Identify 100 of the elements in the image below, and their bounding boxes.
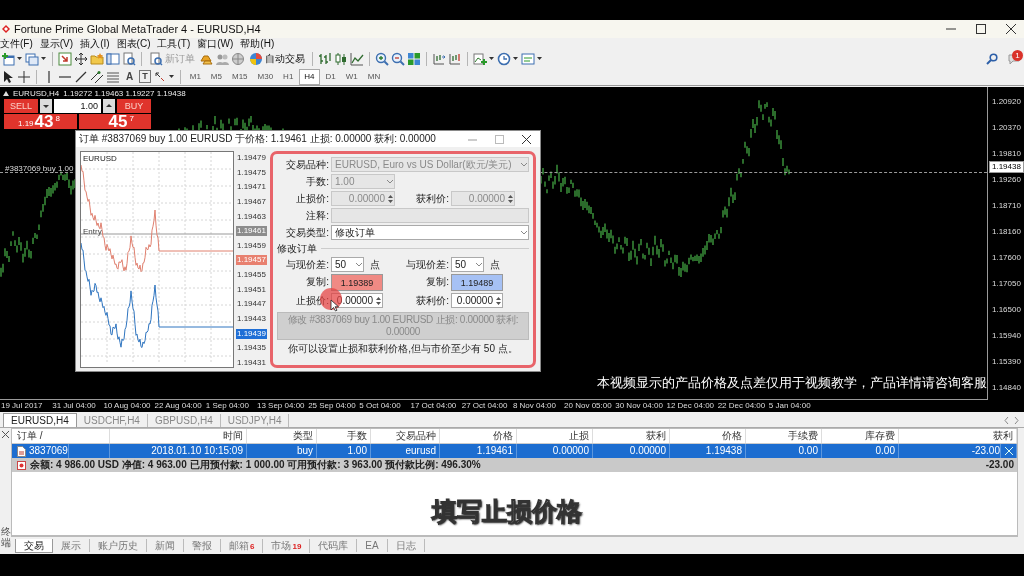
cursor-icon[interactable] <box>1 69 15 84</box>
close-button[interactable] <box>522 134 531 144</box>
decrease-button[interactable] <box>40 99 52 113</box>
document-search-icon[interactable] <box>122 52 136 66</box>
move-icon[interactable] <box>74 52 88 66</box>
column-header[interactable]: 库存费 <box>822 429 899 443</box>
spin-arrows-icon <box>507 192 514 205</box>
offset-dropdown[interactable]: 50 <box>331 257 364 272</box>
zoom-in-icon[interactable] <box>375 52 389 66</box>
menu-item[interactable]: 工具(T) <box>157 38 198 50</box>
line-chart-icon[interactable] <box>350 52 364 66</box>
copy-button[interactable]: 1.19389 <box>331 274 383 291</box>
close-icon[interactable] <box>1005 447 1013 455</box>
timeframe-button[interactable]: M5 <box>206 69 226 84</box>
chart-plus-icon[interactable] <box>473 52 487 66</box>
timeframe-button[interactable]: M30 <box>253 69 278 84</box>
arrows-icon[interactable] <box>152 69 167 84</box>
table-row[interactable]: 3837069 2018.01.10 10:15:09 buy 1.00 eurusd 1.19461 0.00000 0.00000 1.19438 0.00 0.00 -23.00 <box>12 444 1017 458</box>
app-logo-icon <box>1 24 11 34</box>
account-summary: 余额: 4 986.00 USD 净值: 4 963.00 已用预付款: 1 000.00 可用预付款: 3 963.00 预付款比例: 496.30% <box>30 458 481 472</box>
column-header[interactable]: 价格 <box>440 429 517 443</box>
menu-item[interactable]: 窗口(W) <box>197 38 241 50</box>
take-profit-field[interactable]: 0.00000 <box>451 293 503 308</box>
window-plus-icon[interactable] <box>1 52 15 66</box>
price-label: 1.15940 <box>991 331 1021 341</box>
terminal-tab[interactable]: 警报 <box>184 539 221 552</box>
label-tool[interactable]: T <box>139 70 151 83</box>
column-header[interactable]: 手续费 <box>746 429 822 443</box>
menu-item[interactable]: 插入(I) <box>80 38 117 50</box>
offset-dropdown[interactable]: 50 <box>451 257 484 272</box>
trend-line-icon[interactable] <box>74 69 88 84</box>
timeframe-button[interactable]: M1 <box>185 69 205 84</box>
field-label: 交易品种: <box>285 158 329 172</box>
tile-icon[interactable] <box>407 52 421 66</box>
close-button[interactable] <box>1006 24 1016 34</box>
panel-icon[interactable] <box>58 52 72 66</box>
terminal-tab[interactable]: 展示 <box>53 539 90 552</box>
field-label: 与现价差: <box>405 258 449 272</box>
column-header[interactable]: 手数 <box>317 429 371 443</box>
increase-button[interactable] <box>103 99 115 113</box>
channel-icon[interactable] <box>90 69 104 84</box>
document-icon <box>17 445 26 457</box>
timeframe-button[interactable]: M15 <box>228 69 252 84</box>
clock-icon[interactable] <box>497 52 511 66</box>
order-type-dropdown[interactable]: 修改订单 <box>331 225 529 240</box>
terminal-tab[interactable]: EA <box>357 539 388 552</box>
price-label: 1.19447 <box>236 299 267 310</box>
zoom-out-icon[interactable] <box>391 52 405 66</box>
price-label: 1.16500 <box>991 305 1021 315</box>
timeframe-button[interactable]: D1 <box>321 69 340 84</box>
auto-scroll-icon[interactable] <box>448 52 462 66</box>
menu-item[interactable]: 帮助(H) <box>240 38 282 50</box>
terminal-tab[interactable]: 账户历史 <box>90 539 147 552</box>
close-button[interactable] <box>2 431 9 438</box>
column-header[interactable]: 订单 / <box>12 429 110 443</box>
terminal-tab[interactable]: 日志 <box>387 539 425 552</box>
ball-icon[interactable] <box>249 52 263 66</box>
column-header[interactable]: 交易品种 <box>371 429 440 443</box>
copy-button[interactable]: 1.19489 <box>451 274 503 291</box>
time-label: 22 Aug 04:00 <box>153 400 203 412</box>
column-header[interactable]: 获利 <box>593 429 670 443</box>
timeframe-button[interactable]: MN <box>363 69 385 84</box>
menu-item[interactable]: 显示(V) <box>39 38 81 50</box>
timeframe-button[interactable]: W1 <box>341 69 362 84</box>
terminal-tab[interactable]: 新闻 <box>147 539 184 552</box>
auto-trading-button[interactable]: 自动交易 <box>247 51 307 67</box>
terminal-tab[interactable]: 交易 <box>15 539 53 553</box>
column-header[interactable]: 止损 <box>517 429 593 443</box>
globe-icon[interactable] <box>231 52 245 66</box>
terminal-tab[interactable]: 邮箱6 <box>221 539 264 553</box>
column-header[interactable]: 时间 <box>110 429 247 443</box>
ingot-icon[interactable] <box>199 52 213 66</box>
chart-shift-icon[interactable] <box>432 52 446 66</box>
time-label: 12 Dec 04:00 <box>665 400 716 412</box>
menu-item[interactable]: 图表(C) <box>116 38 158 50</box>
column-header[interactable]: 获利 <box>899 429 1017 443</box>
triangle-icon[interactable] <box>3 91 9 96</box>
timeframe-button[interactable]: H1 <box>279 69 298 84</box>
scroll-left-icon[interactable] <box>1004 417 1009 424</box>
maximize-button[interactable] <box>976 24 986 34</box>
column-header[interactable]: 价格 <box>670 429 746 443</box>
lot-field[interactable]: 1.00 <box>54 99 101 113</box>
caret-icon <box>475 261 483 268</box>
search-icon[interactable] <box>986 53 998 65</box>
text-tool[interactable]: A <box>122 71 138 82</box>
scroll-right-icon[interactable] <box>1014 417 1019 424</box>
terminal-tab[interactable]: 代码库 <box>310 539 358 552</box>
chart-symbol: EURUSD,H4 <box>13 89 60 98</box>
people-icon[interactable] <box>215 52 229 66</box>
menu-item[interactable]: 文件(F) <box>0 38 40 50</box>
terminal-tab[interactable]: 市场 19 <box>263 539 311 553</box>
column-header[interactable]: 类型 <box>247 429 317 443</box>
chart-tab[interactable]: EURUSD,H4 <box>3 413 77 427</box>
price-label: 1.19471 <box>236 182 267 193</box>
bar-chart-icon[interactable] <box>318 52 332 66</box>
field-label: 止损价: <box>295 192 329 206</box>
price-marker: 1.19439 <box>236 328 267 339</box>
chart-symbol: EURUSD <box>83 154 117 163</box>
timeframe-button[interactable]: H4 <box>299 68 320 85</box>
candlestick-icon[interactable] <box>334 52 348 66</box>
